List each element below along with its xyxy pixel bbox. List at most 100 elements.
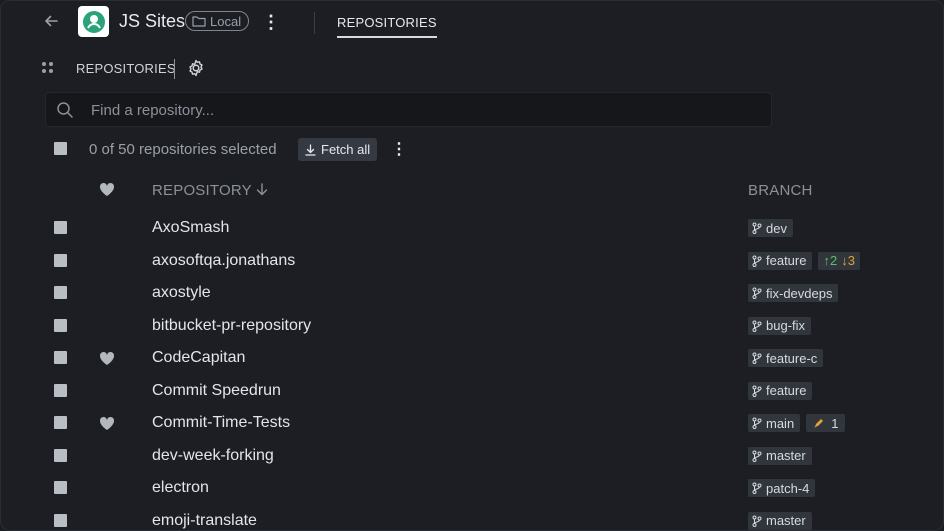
branch-cell: master <box>748 511 812 530</box>
branch-chip[interactable]: main <box>748 414 801 432</box>
branch-name: main <box>766 415 795 431</box>
branch-chip[interactable]: feature-c <box>748 349 824 367</box>
row-checkbox[interactable] <box>54 448 67 462</box>
gear-icon[interactable] <box>186 58 208 80</box>
fetch-all-label: Fetch all <box>321 142 371 157</box>
wip-count: 1 <box>831 415 839 431</box>
branch-name: patch-4 <box>766 480 810 496</box>
branch-cell: main 1 <box>748 414 846 432</box>
row-checkbox[interactable] <box>54 351 67 364</box>
branch-icon <box>752 450 762 462</box>
repository-row[interactable]: axosoftqa.jonathans feature ↑2 ↓3 <box>0 246 944 278</box>
branch-name: fix-devdeps <box>766 285 833 301</box>
branch-cell: feature ↑2 ↓3 <box>748 251 860 270</box>
column-header-repository[interactable]: REPOSITORY <box>152 182 268 199</box>
branch-cell: dev <box>748 219 793 237</box>
search-input[interactable] <box>89 93 753 128</box>
branch-chip[interactable]: dev <box>748 219 793 237</box>
search-box <box>45 92 772 128</box>
header-divider <box>314 12 315 34</box>
workspace-title: JS Sites <box>119 11 186 31</box>
branch-chip[interactable]: master <box>748 446 812 465</box>
repository-row[interactable]: electron patch-4 <box>0 473 944 505</box>
ahead-value: 2 <box>829 253 838 268</box>
branch-cell: feature-c <box>748 349 824 367</box>
ahead-count: ↑2 <box>823 253 837 268</box>
sort-arrow-down-icon <box>256 182 268 199</box>
branch-chip[interactable]: patch-4 <box>748 479 816 497</box>
top-header: JS Sites Local ⋮ REPOSITORIES <box>0 0 944 46</box>
search-icon <box>56 101 74 119</box>
pencil-icon <box>814 419 824 428</box>
ahead-behind-chip: ↑2 ↓3 <box>818 251 860 270</box>
branch-chip[interactable]: feature <box>748 381 813 400</box>
repository-row[interactable]: axostyle fix-devdeps <box>0 278 944 310</box>
workspace-menu-icon[interactable]: ⋮ <box>262 11 280 33</box>
repository-name[interactable]: axostyle <box>152 284 211 302</box>
repository-name[interactable]: CodeCapitan <box>152 349 245 367</box>
branch-chip[interactable]: bug-fix <box>748 316 812 335</box>
row-checkbox[interactable] <box>54 481 67 494</box>
row-checkbox[interactable] <box>54 383 67 397</box>
local-badge: Local <box>185 11 250 31</box>
repository-row[interactable]: Commit Speedrun feature <box>0 376 944 408</box>
column-header-branch: BRANCH <box>748 182 813 199</box>
branch-cell: feature <box>748 381 813 400</box>
select-all-checkbox[interactable] <box>54 142 67 155</box>
row-checkbox[interactable] <box>54 253 67 267</box>
drag-grip-icon[interactable] <box>42 62 54 74</box>
repository-name[interactable]: Commit-Time-Tests <box>152 414 290 432</box>
repository-name[interactable]: Commit Speedrun <box>152 382 281 400</box>
branch-icon <box>752 417 762 429</box>
branch-icon <box>752 255 762 267</box>
branch-icon <box>752 385 762 397</box>
row-checkbox[interactable] <box>54 318 67 332</box>
local-badge-label: Local <box>210 13 242 29</box>
tab-repositories[interactable]: REPOSITORIES <box>337 15 437 38</box>
branch-name: feature-c <box>766 350 818 366</box>
behind-value: 3 <box>847 253 855 268</box>
branch-icon <box>752 320 762 332</box>
row-checkbox[interactable] <box>54 416 67 429</box>
wip-chip: 1 <box>806 414 846 432</box>
workspace-logo <box>78 6 109 37</box>
branch-name: feature <box>766 253 807 268</box>
repository-row[interactable]: emoji-translate master <box>0 506 944 531</box>
column-header-repository-label: REPOSITORY <box>152 182 252 199</box>
branch-name: dev <box>766 220 787 236</box>
app-window: JS Sites Local ⋮ REPOSITORIES REPOSITORI… <box>0 0 944 531</box>
repository-row[interactable]: dev-week-forking master <box>0 441 944 473</box>
row-checkbox[interactable] <box>54 513 67 527</box>
favorites-heart-icon[interactable] <box>99 182 115 198</box>
behind-count: ↓3 <box>841 253 855 268</box>
back-arrow-icon[interactable] <box>40 12 62 34</box>
repository-row[interactable]: AxoSmash dev <box>0 213 944 245</box>
favorite-heart-icon[interactable] <box>99 351 115 367</box>
branch-cell: master <box>748 446 812 465</box>
branch-icon <box>752 287 762 299</box>
repository-name[interactable]: bitbucket-pr-repository <box>152 317 311 335</box>
folder-icon <box>192 16 206 27</box>
branch-chip[interactable]: fix-devdeps <box>748 284 839 302</box>
favorite-heart-icon[interactable] <box>99 416 115 432</box>
repository-row[interactable]: Commit-Time-Tests main 1 <box>0 408 944 440</box>
row-checkbox[interactable] <box>54 221 67 234</box>
repository-name[interactable]: axosoftqa.jonathans <box>152 252 295 270</box>
branch-name: master <box>766 513 806 528</box>
repository-name[interactable]: AxoSmash <box>152 219 229 237</box>
repository-row[interactable]: bitbucket-pr-repository bug-fix <box>0 311 944 343</box>
repository-row[interactable]: CodeCapitan feature-c <box>0 343 944 375</box>
download-icon <box>305 143 316 156</box>
repository-name[interactable]: electron <box>152 479 209 497</box>
row-checkbox[interactable] <box>54 286 67 299</box>
repository-name[interactable]: dev-week-forking <box>152 447 274 465</box>
branch-icon <box>752 352 762 364</box>
repository-name[interactable]: emoji-translate <box>152 512 257 530</box>
branch-name: bug-fix <box>766 318 806 333</box>
branch-cell: bug-fix <box>748 316 812 335</box>
fetch-all-button[interactable]: Fetch all <box>298 138 378 161</box>
selection-menu-icon[interactable]: ⋮ <box>391 139 407 161</box>
branch-icon <box>752 482 762 494</box>
branch-chip[interactable]: master <box>748 511 812 530</box>
branch-chip[interactable]: feature <box>748 251 813 270</box>
